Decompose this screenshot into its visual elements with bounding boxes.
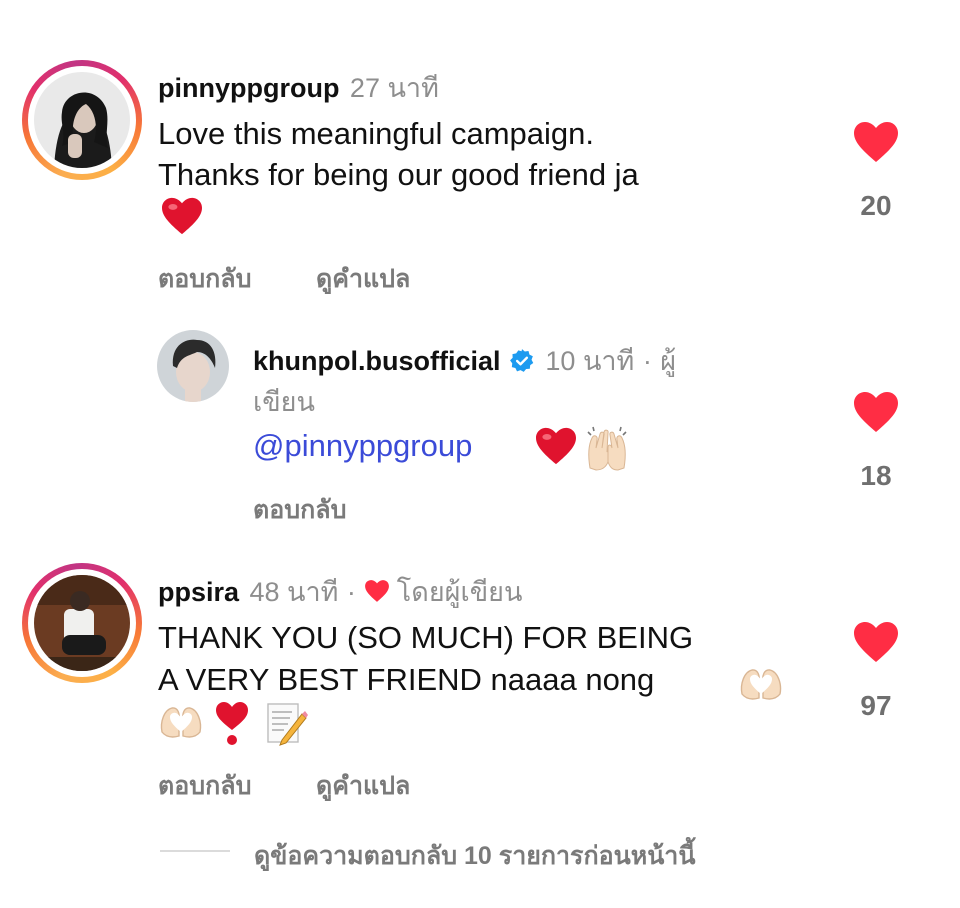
comment-line-2: Thanks for being our good friend ja: [158, 157, 639, 192]
avatar[interactable]: [34, 72, 130, 168]
avatar[interactable]: [34, 575, 130, 671]
replies-divider: [160, 850, 230, 852]
like-count: 20: [860, 190, 892, 221]
like-count: 97: [860, 690, 892, 721]
like-count: 18: [860, 460, 892, 491]
timestamp: 27 นาที: [349, 73, 439, 103]
comment-line-2: A VERY BEST FRIEND naaaa nong: [158, 662, 655, 697]
username[interactable]: ppsira: [158, 577, 239, 607]
reply-button[interactable]: ตอบกลับ: [158, 766, 251, 806]
like-heart-icon[interactable]: [852, 120, 900, 169]
verified-badge-icon: [509, 348, 535, 379]
raising-hands-emoji: [582, 422, 632, 477]
author-label: ผู้: [660, 346, 677, 376]
timestamp: 48 นาที: [249, 577, 339, 607]
heart-exclamation-emoji: [214, 700, 250, 751]
comment-line-1: Love this meaningful campaign.: [158, 116, 594, 151]
red-heart-emoji: [160, 196, 204, 241]
author-label-continued: เขียน: [253, 387, 315, 417]
liked-by-author-heart-icon: [364, 579, 390, 608]
comment-line-1: THANK YOU (SO MUCH) FOR BEING: [158, 620, 694, 655]
liked-by-author-label: โดยผู้เขียน: [396, 577, 523, 607]
username[interactable]: khunpol.busofficial: [253, 346, 501, 376]
like-heart-icon[interactable]: [852, 620, 900, 669]
like-heart-icon[interactable]: [852, 390, 900, 439]
timestamp: 10 นาที: [545, 346, 635, 376]
avatar[interactable]: [157, 330, 229, 402]
mention-link[interactable]: @pinnyppgroup: [253, 428, 472, 463]
heart-hands-emoji: [738, 664, 784, 709]
translate-button[interactable]: ดูคำแปล: [316, 766, 410, 806]
reply-button[interactable]: ตอบกลับ: [158, 259, 251, 299]
reply-button[interactable]: ตอบกลับ: [253, 490, 346, 530]
separator: ·: [642, 346, 652, 376]
separator: ·: [346, 577, 356, 607]
view-previous-replies-label[interactable]: ดูข้อความตอบกลับ 10 รายการก่อนหน้านี้: [254, 836, 695, 876]
username[interactable]: pinnyppgroup: [158, 73, 339, 103]
translate-button[interactable]: ดูคำแปล: [316, 259, 410, 299]
memo-emoji: [262, 700, 308, 751]
red-heart-emoji: [534, 426, 578, 471]
heart-hands-emoji: [158, 702, 204, 747]
